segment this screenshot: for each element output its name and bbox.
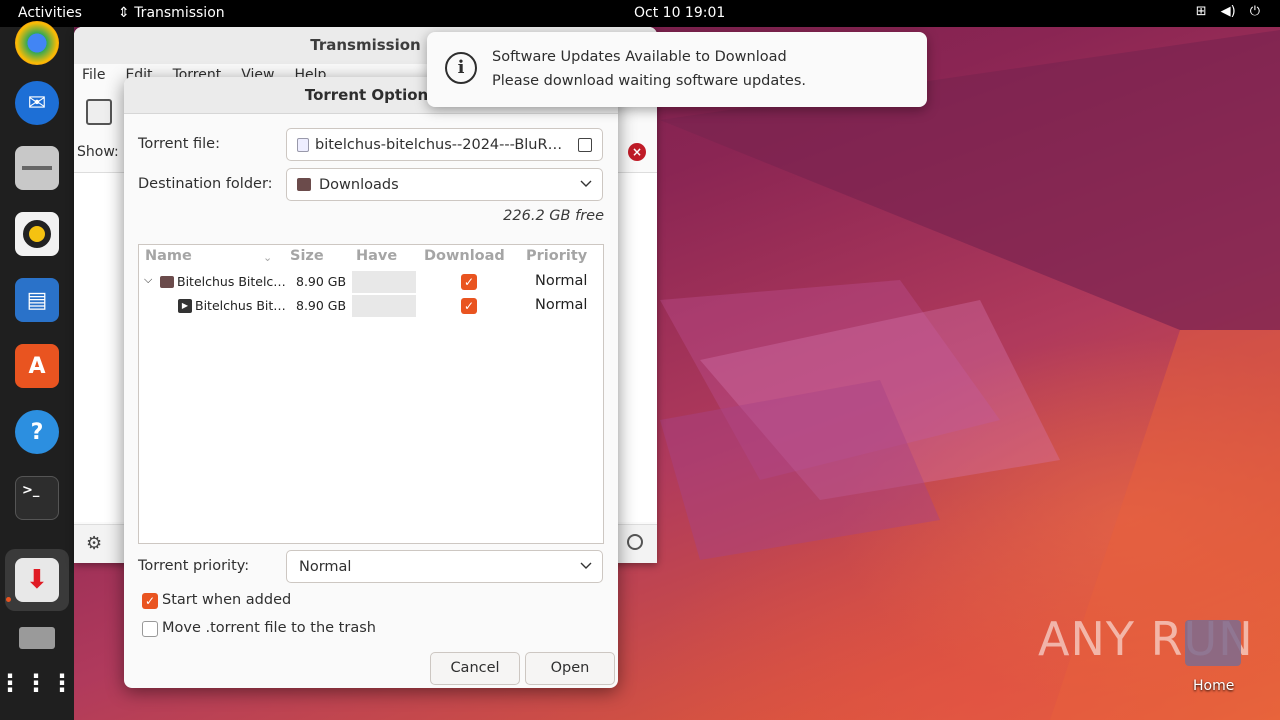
notification-title: Software Updates Available to Download bbox=[492, 49, 787, 65]
thunderbird-launcher[interactable]: ✉ bbox=[11, 77, 63, 129]
file-priority[interactable]: Normal bbox=[535, 297, 587, 313]
top-bar: Activities ⇕ Transmission Oct 10 19:01 ⊞… bbox=[0, 0, 1280, 27]
file-row[interactable]: ⌵ Bitelchus Bitelc… 8.90 GB ✓ Normal bbox=[139, 270, 603, 294]
open-button[interactable]: Open bbox=[525, 652, 615, 685]
writer-icon: ▤ bbox=[15, 278, 59, 322]
file-priority[interactable]: Normal bbox=[535, 273, 587, 289]
start-when-added-label[interactable]: Start when added bbox=[162, 592, 291, 608]
clock[interactable]: Oct 10 19:01 bbox=[634, 5, 725, 21]
video-icon: ▶ bbox=[178, 299, 192, 313]
thunderbird-icon: ✉ bbox=[15, 81, 59, 125]
info-icon: i bbox=[445, 52, 477, 84]
gear-icon[interactable]: ⚙ bbox=[86, 533, 102, 554]
app-menu-label: Transmission bbox=[134, 5, 225, 21]
file-row[interactable]: ▶ Bitelchus Bit… 8.90 GB ✓ Normal bbox=[139, 294, 603, 318]
notification-body: Please download waiting software updates… bbox=[492, 73, 807, 89]
home-folder-icon[interactable] bbox=[1185, 620, 1241, 666]
disk-icon bbox=[15, 616, 59, 660]
filter-show-label: Show: bbox=[77, 144, 119, 160]
open-torrent-icon[interactable] bbox=[86, 99, 112, 125]
col-download[interactable]: Download bbox=[424, 248, 505, 264]
files-launcher[interactable] bbox=[11, 142, 63, 194]
rhythmbox-icon bbox=[15, 212, 59, 256]
apps-grid-icon: ⋮⋮⋮ bbox=[0, 669, 76, 697]
start-when-added-checkbox[interactable]: ✓ bbox=[142, 593, 158, 609]
app-menu[interactable]: ⇕ Transmission bbox=[118, 5, 225, 21]
notification-banner[interactable]: i Software Updates Available to Download… bbox=[427, 32, 927, 107]
system-tray[interactable]: ⊞ ◀︎) ⏻ bbox=[1196, 4, 1260, 19]
app-center-launcher[interactable]: A bbox=[11, 340, 63, 392]
transmission-launcher[interactable]: ⬇ bbox=[11, 554, 63, 606]
file-icon bbox=[297, 137, 309, 152]
show-apps-button[interactable]: ⋮⋮⋮ bbox=[0, 657, 76, 709]
writer-launcher[interactable]: ▤ bbox=[11, 274, 63, 326]
chevron-down-icon bbox=[580, 180, 592, 187]
col-have[interactable]: Have bbox=[356, 248, 397, 264]
file-name: Bitelchus Bit… bbox=[195, 298, 286, 313]
home-folder-label[interactable]: Home bbox=[1193, 678, 1234, 694]
file-list[interactable]: Name ⌄ Size Have Download Priority ⌵ Bit… bbox=[138, 244, 604, 544]
help-icon: ? bbox=[15, 410, 59, 454]
file-list-header: Name ⌄ Size Have Download Priority bbox=[139, 245, 603, 269]
torrent-file-chooser[interactable]: bitelchus-bitelchus--2024---BluR… bbox=[286, 128, 603, 161]
torrent-options-dialog: Torrent Options Torrent file: bitelchus-… bbox=[124, 77, 618, 688]
rhythmbox-launcher[interactable] bbox=[11, 208, 63, 260]
file-size: 8.90 GB bbox=[296, 274, 347, 289]
clear-filter-icon[interactable]: × bbox=[628, 143, 646, 161]
col-name[interactable]: Name bbox=[145, 248, 192, 264]
document-icon bbox=[578, 138, 592, 152]
free-space-label: 226.2 GB free bbox=[503, 208, 604, 224]
power-icon: ⏻ bbox=[1249, 4, 1260, 19]
col-priority[interactable]: Priority bbox=[526, 248, 587, 264]
volume-icon: ◀︎) bbox=[1220, 4, 1236, 19]
sort-chevron-icon: ⌄ bbox=[263, 251, 273, 264]
col-size[interactable]: Size bbox=[290, 248, 324, 264]
have-progress bbox=[352, 271, 416, 293]
menu-file[interactable]: File bbox=[82, 67, 105, 83]
network-icon: ⊞ bbox=[1195, 4, 1207, 19]
download-checkbox[interactable]: ✓ bbox=[461, 274, 477, 290]
downloads-folder-icon bbox=[297, 178, 311, 191]
torrent-priority-value: Normal bbox=[299, 558, 352, 575]
terminal-icon: >_ bbox=[15, 476, 59, 520]
app-center-icon: A bbox=[15, 344, 59, 388]
files-icon bbox=[15, 146, 59, 190]
transmission-icon: ⬇ bbox=[15, 558, 59, 602]
torrent-priority-dropdown[interactable]: Normal bbox=[286, 550, 603, 583]
cancel-button[interactable]: Cancel bbox=[430, 652, 520, 685]
download-checkbox[interactable]: ✓ bbox=[461, 298, 477, 314]
turtle-icon[interactable] bbox=[627, 534, 643, 550]
destination-folder-dropdown[interactable]: Downloads bbox=[286, 168, 603, 201]
destination-label: Destination folder: bbox=[138, 176, 273, 192]
chevron-down-icon bbox=[580, 562, 592, 569]
chrome-icon bbox=[15, 21, 59, 65]
terminal-launcher[interactable]: >_ bbox=[11, 472, 63, 524]
file-size: 8.90 GB bbox=[296, 298, 347, 313]
torrent-file-label: Torrent file: bbox=[138, 136, 220, 152]
folder-icon bbox=[160, 276, 174, 288]
torrent-file-value: bitelchus-bitelchus--2024---BluR… bbox=[315, 136, 563, 153]
torrent-priority-label: Torrent priority: bbox=[138, 558, 250, 574]
chrome-launcher[interactable] bbox=[11, 17, 63, 69]
move-to-trash-label[interactable]: Move .torrent file to the trash bbox=[162, 620, 376, 636]
file-name: Bitelchus Bitelc… bbox=[177, 274, 286, 289]
destination-value: Downloads bbox=[319, 176, 399, 193]
expander-chevron-icon[interactable]: ⌵ bbox=[144, 273, 152, 287]
help-launcher[interactable]: ? bbox=[11, 406, 63, 458]
have-progress bbox=[352, 295, 416, 317]
dock: ✉ ▤ A ? >_ ⬇ ⋮⋮⋮ bbox=[0, 21, 76, 720]
move-to-trash-checkbox[interactable] bbox=[142, 621, 158, 637]
